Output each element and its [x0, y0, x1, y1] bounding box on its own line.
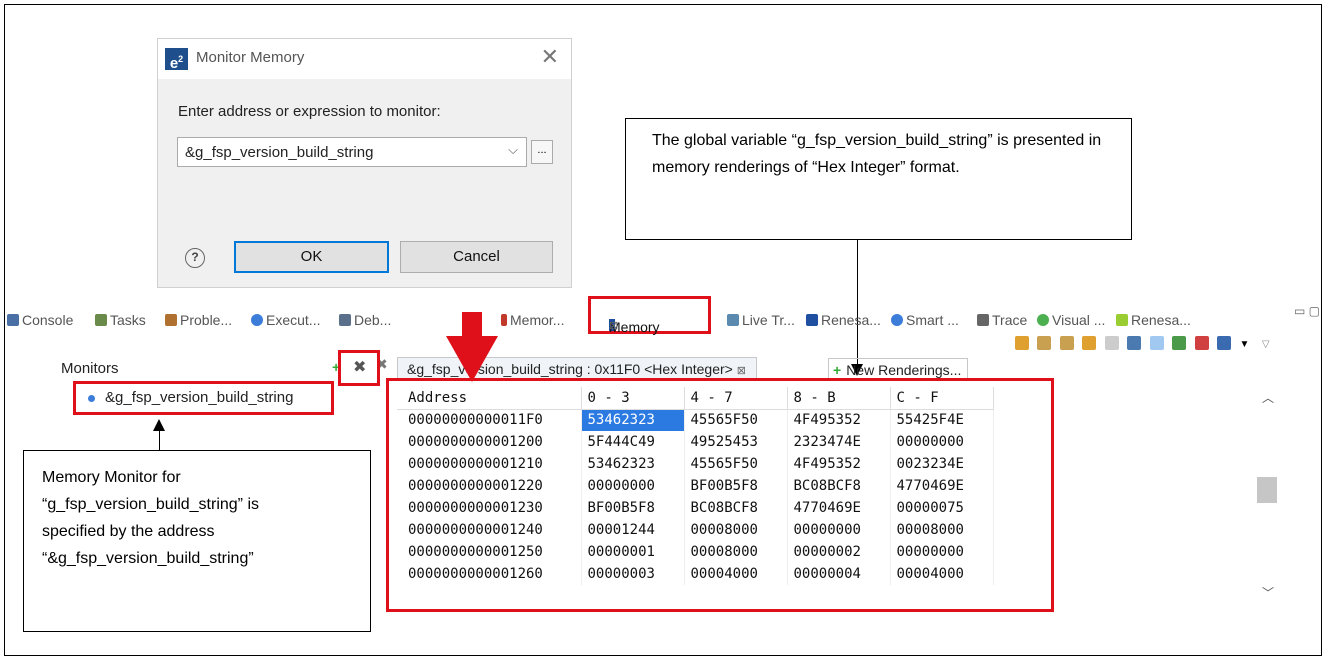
tab-executables[interactable]: Execut... — [251, 312, 320, 328]
renesas-icon — [806, 314, 818, 326]
red-arrow-shaft — [462, 312, 482, 338]
memory-icon — [501, 314, 507, 326]
callout-line: “g_fsp_version_build_string” is — [42, 496, 259, 513]
tab-close-icon[interactable]: ⊠ — [609, 319, 618, 332]
callout-line: Memory Monitor for — [42, 469, 181, 486]
tab-close-icon[interactable]: ⊠ — [737, 365, 746, 377]
tab-smart[interactable]: Smart ... — [891, 312, 959, 328]
dialog-title: Monitor Memory — [196, 49, 305, 66]
trace-icon — [977, 314, 989, 326]
monitor-list-item[interactable]: &g_fsp_version_build_string — [73, 381, 334, 415]
tab-problems[interactable]: Proble... — [165, 312, 232, 328]
tab-renesas-1[interactable]: Renesa... — [806, 312, 881, 328]
red-arrow-down-icon — [446, 336, 498, 382]
sync-icon[interactable] — [1082, 335, 1097, 350]
e2-studio-logo-icon: e2 — [165, 48, 188, 72]
chevron-down-icon[interactable]: ⌵ — [508, 143, 518, 158]
window-controls[interactable]: ▭ ▢ — [1294, 304, 1320, 318]
new-tab-icon[interactable] — [1104, 335, 1119, 350]
ok-button[interactable]: OK — [234, 241, 389, 273]
tab-memory[interactable]: Memory ⊠ — [588, 296, 711, 335]
split-icon[interactable] — [1194, 335, 1209, 350]
close-icon[interactable]: ✕ — [541, 45, 559, 70]
format-icon[interactable] — [1059, 335, 1074, 350]
monitor-actions-highlight — [338, 350, 380, 386]
help-icon[interactable]: ? — [185, 248, 205, 268]
callout-pointer-line — [159, 430, 160, 450]
memory-view-toolbar: ▼ ▽ — [1015, 334, 1270, 354]
console-icon — [7, 314, 19, 326]
expression-prompt-label: Enter address or expression to monitor: — [178, 103, 441, 120]
debugger-icon — [339, 314, 351, 326]
add-icon: + — [833, 362, 842, 378]
link-icon[interactable] — [1127, 335, 1142, 350]
live-trace-icon — [727, 314, 739, 326]
callout-line: “&g_fsp_version_build_string” — [42, 550, 254, 567]
tab-visual[interactable]: Visual ... — [1037, 312, 1105, 328]
scrollbar-thumb[interactable] — [1257, 477, 1277, 503]
renesas-icon — [1116, 314, 1128, 326]
tab-tasks[interactable]: Tasks — [95, 312, 146, 328]
callout-pointer-arrowhead — [153, 419, 165, 431]
executable-icon — [251, 314, 263, 326]
cancel-button[interactable]: Cancel — [400, 241, 553, 273]
smart-icon — [891, 314, 903, 326]
tab-memory-browser[interactable]: Memor... — [501, 312, 564, 328]
browse-button[interactable]: ... — [531, 140, 553, 164]
tab-console[interactable]: Console — [7, 312, 73, 328]
format-icon[interactable] — [1037, 335, 1052, 350]
callout-memory-monitor: Memory Monitor for “g_fsp_version_build_… — [23, 450, 371, 632]
expression-input[interactable]: &g_fsp_version_build_string — [185, 144, 373, 161]
layout-icon[interactable] — [1217, 335, 1232, 350]
dialog-titlebar: e2 Monitor Memory ✕ — [158, 39, 571, 79]
tab-renesas-2[interactable]: Renesa... — [1116, 312, 1191, 328]
scroll-up-icon[interactable]: ︿ — [1262, 389, 1274, 406]
tab-debugger[interactable]: Deb... — [339, 312, 391, 328]
scroll-down-icon[interactable]: ﹀ — [1262, 584, 1274, 601]
monitor-memory-dialog: e2 Monitor Memory ✕ Enter address or exp… — [157, 38, 572, 288]
callout-global-variable: The global variable “g_fsp_version_build… — [625, 118, 1132, 240]
callout-line: specified by the address — [42, 523, 215, 540]
monitors-pane-title: Monitors — [61, 360, 119, 377]
tasks-icon — [95, 314, 107, 326]
problems-icon — [165, 314, 177, 326]
refresh-icon[interactable] — [1015, 335, 1029, 350]
tab-live-trace[interactable]: Live Tr... — [727, 312, 795, 328]
memory-rendering-highlight — [386, 378, 1054, 612]
monitor-item-icon — [88, 395, 95, 402]
table-icon[interactable] — [1172, 335, 1187, 350]
expression-combo[interactable]: &g_fsp_version_build_string ⌵ — [177, 137, 527, 167]
view-menu-icon[interactable]: ▼ — [1240, 339, 1250, 350]
visual-icon — [1037, 314, 1049, 326]
minimize-icon[interactable]: ▽ — [1262, 339, 1270, 350]
monitor-item-label: &g_fsp_version_build_string — [105, 389, 294, 406]
toggle-icon[interactable] — [1149, 335, 1164, 350]
tab-trace[interactable]: Trace — [977, 312, 1027, 328]
